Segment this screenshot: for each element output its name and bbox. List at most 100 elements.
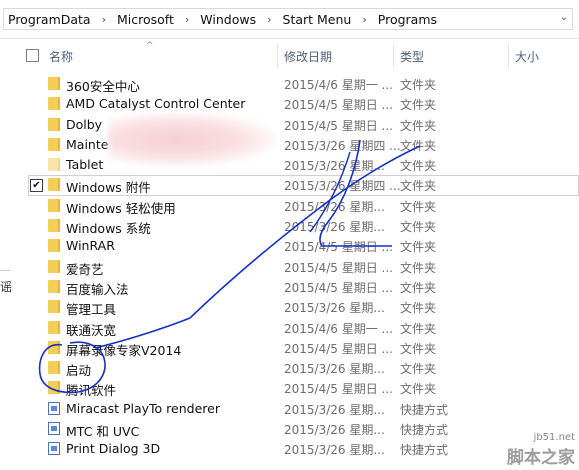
file-row[interactable]: Dolby 2015/4/5 星期日 ... 文件夹 xyxy=(0,115,579,135)
folder-icon xyxy=(48,361,60,375)
folder-icon xyxy=(48,219,60,233)
crumb-programs[interactable]: Programs xyxy=(376,12,439,27)
row-checkbox[interactable]: ✔ xyxy=(30,179,43,193)
file-name: Windows 轻松使用 xyxy=(66,200,176,216)
file-type: 文件夹 xyxy=(400,78,437,92)
file-list: 360安全中心 2015/4/6 星期一 ... 文件夹 AMD Catalyst C… xyxy=(0,74,579,460)
file-row[interactable]: Tablet 2015/3/26 星期... 文件夹 xyxy=(0,155,579,175)
redaction-blur xyxy=(108,112,278,167)
file-row[interactable]: Print Dialog 3D 2015/3/26 星期... 快捷方式 xyxy=(0,439,579,459)
folder-icon xyxy=(48,279,60,293)
file-type: 快捷方式 xyxy=(400,402,449,417)
file-type: 快捷方式 xyxy=(400,443,449,458)
file-type: 文件夹 xyxy=(400,260,437,275)
file-date: 2015/4/5 星期日 ... xyxy=(284,341,393,356)
file-name: Print Dialog 3D xyxy=(66,441,161,457)
file-date: 2015/4/5 星期日 ... xyxy=(284,280,393,295)
file-name: 联通沃宽 xyxy=(66,322,117,338)
folder-icon xyxy=(48,77,60,90)
file-row[interactable]: Windows 轻松使用 2015/3/26 星期... 文件夹 xyxy=(0,196,579,216)
column-name[interactable]: 名称 xyxy=(49,48,73,65)
file-name: Dolby xyxy=(66,116,103,132)
column-divider[interactable] xyxy=(508,44,509,68)
file-type: 文件夹 xyxy=(400,362,437,377)
file-date: 2015/3/26 星期... xyxy=(284,362,385,377)
folder-icon xyxy=(48,158,60,172)
file-row[interactable]: Windows 系统 2015/3/26 星期... 文件夹 xyxy=(0,216,579,236)
file-name: 百度输入法 xyxy=(66,281,129,297)
chevron-right-icon[interactable]: › xyxy=(176,13,198,26)
column-type[interactable]: 类型 xyxy=(400,48,424,65)
file-date: 2015/4/5 星期日 ... xyxy=(284,118,393,133)
file-date: 2015/3/26 星期... xyxy=(284,159,385,174)
crumb-windows[interactable]: Windows xyxy=(198,12,258,27)
folder-icon xyxy=(48,239,60,253)
file-type: 文件夹 xyxy=(400,240,437,255)
select-all-checkbox[interactable] xyxy=(26,49,39,62)
file-date: 2015/3/26 星期... xyxy=(284,402,385,417)
folder-icon xyxy=(48,259,60,273)
file-row[interactable]: 屏幕录像专家V2014 2015/4/5 星期日 ... 文件夹 xyxy=(0,338,579,358)
file-name: 腾讯软件 xyxy=(66,383,117,399)
crumb-microsoft[interactable]: Microsoft xyxy=(115,12,176,27)
file-name: MTC 和 UVC xyxy=(66,424,140,440)
file-row[interactable]: Miracast PlayTo renderer 2015/3/26 星期... 快… xyxy=(0,399,579,419)
column-size[interactable]: 大小 xyxy=(515,48,539,65)
file-type: 文件夹 xyxy=(400,321,437,336)
watermark-brand: 脚本之家 xyxy=(507,448,575,468)
folder-icon xyxy=(48,97,60,111)
file-name: 启动 xyxy=(66,363,92,379)
nav-pane-clipped-text: 谣 xyxy=(0,280,13,294)
file-name: 360安全中心 xyxy=(66,79,140,94)
chevron-right-icon[interactable]: › xyxy=(258,13,280,26)
file-row[interactable]: WinRAR 2015/4/5 星期日 ... 文件夹 xyxy=(0,236,579,256)
breadcrumb[interactable]: ProgramData › Microsoft › Windows › Star… xyxy=(3,8,573,30)
folder-icon xyxy=(48,178,60,192)
folder-icon xyxy=(48,381,60,395)
file-row[interactable]: 百度输入法 2015/4/5 星期日 ... 文件夹 xyxy=(0,277,579,297)
file-row[interactable]: 启动 2015/3/26 星期... 文件夹 xyxy=(0,358,579,378)
column-divider[interactable] xyxy=(393,44,394,68)
file-type: 文件夹 xyxy=(400,199,437,214)
file-name: Windows 附件 xyxy=(66,180,151,196)
file-row[interactable]: ✔ Windows 附件 2015/3/26 星期四 ... 文件夹 xyxy=(0,175,579,197)
file-row[interactable]: 爱奇艺 2015/4/5 星期日 ... 文件夹 xyxy=(0,257,579,277)
file-date: 2015/4/5 星期日 ... xyxy=(284,240,393,255)
file-type: 文件夹 xyxy=(400,118,437,133)
file-row[interactable]: 联通沃宽 2015/4/6 星期一 ... 文件夹 xyxy=(0,318,579,338)
chevron-right-icon[interactable]: › xyxy=(93,13,115,26)
file-date: 2015/4/6 星期一 ... xyxy=(284,78,393,92)
app-shortcut-icon xyxy=(48,422,60,436)
column-date[interactable]: 修改日期 xyxy=(284,48,332,65)
file-row[interactable]: 管理工具 2015/3/26 星期... 文件夹 xyxy=(0,297,579,317)
file-name: Tablet xyxy=(66,157,104,173)
file-date: 2015/3/26 星期四 ... xyxy=(284,138,401,153)
app-shortcut-icon xyxy=(48,401,60,415)
crumb-start-menu[interactable]: Start Menu xyxy=(281,12,354,27)
file-date: 2015/3/26 星期... xyxy=(284,443,385,458)
file-type: 文件夹 xyxy=(400,159,437,174)
file-date: 2015/4/5 星期日 ... xyxy=(284,260,393,275)
chevron-down-icon[interactable]: ⌄ xyxy=(560,12,568,23)
file-row[interactable]: MTC 和 UVC 2015/3/26 星期... 快捷方式 xyxy=(0,419,579,439)
file-type: 文件夹 xyxy=(400,220,437,235)
file-row[interactable]: 腾讯软件 2015/4/5 星期日 ... 文件夹 xyxy=(0,378,579,398)
folder-icon xyxy=(48,320,60,334)
file-row[interactable]: AMD Catalyst Control Center 2015/4/5 星期日 … xyxy=(0,94,579,114)
folder-icon xyxy=(48,340,60,354)
crumb-programdata[interactable]: ProgramData xyxy=(6,12,93,27)
chevron-right-icon[interactable]: › xyxy=(353,13,375,26)
file-row[interactable]: 360安全中心 2015/4/6 星期一 ... 文件夹 xyxy=(0,74,579,94)
watermark-logo: jb51.net 脚本之家 xyxy=(507,432,575,468)
file-name: WinRAR xyxy=(66,238,115,254)
file-name: 管理工具 xyxy=(66,302,117,318)
file-row[interactable]: Mainte 2015/3/26 星期四 ... 文件夹 xyxy=(0,135,579,155)
column-divider[interactable] xyxy=(277,44,278,68)
folder-icon xyxy=(48,137,60,151)
file-type: 文件夹 xyxy=(400,301,437,316)
file-type: 文件夹 xyxy=(400,382,437,397)
file-type: 文件夹 xyxy=(400,138,437,153)
watermark-site: jb51.net xyxy=(533,432,575,443)
folder-icon xyxy=(48,117,60,131)
file-date: 2015/3/26 星期... xyxy=(284,423,385,438)
